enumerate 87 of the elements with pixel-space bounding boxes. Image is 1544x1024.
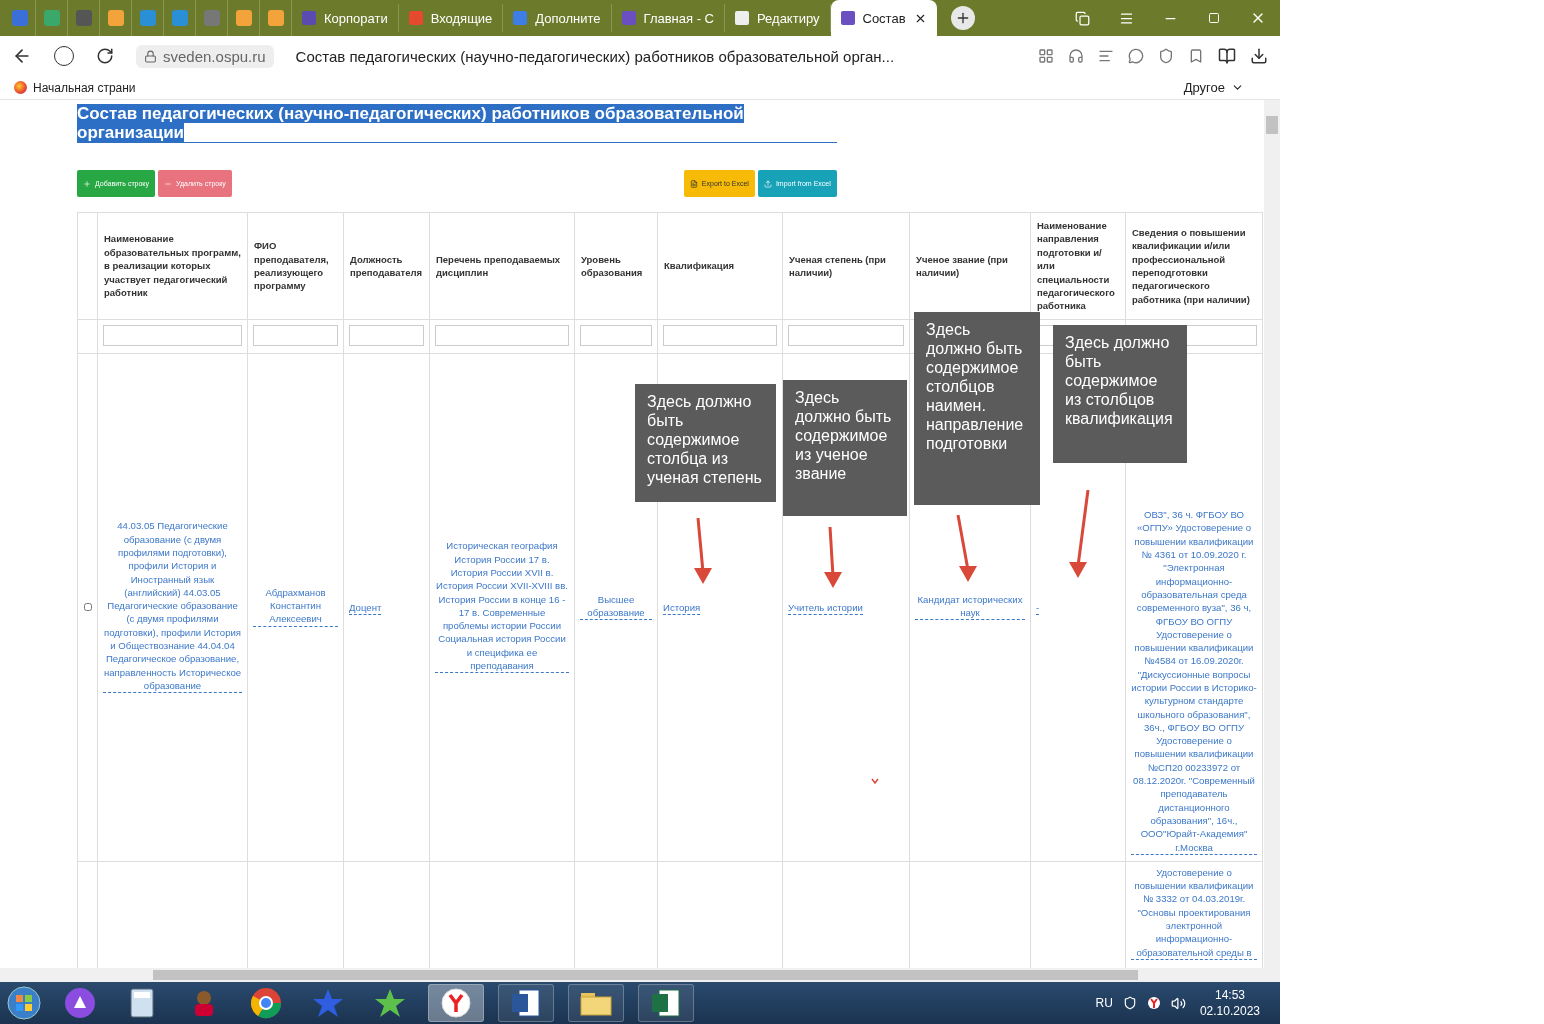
tab-icon[interactable] [235,10,252,26]
tab-icon [840,11,855,25]
bookmark-icon [14,81,27,94]
editable-value[interactable]: Абдрахманов Константин Алексеевич [253,585,338,627]
row-checkbox[interactable] [83,603,92,612]
column-header: Должность преподавателя [350,253,423,278]
tab-icon [302,11,316,25]
editable-value[interactable]: Доцент [349,601,382,616]
callout-tooltip: Здесь должно быть содержимое столбцов наимен. направление подготовки [914,312,1040,505]
filter-field[interactable] [788,324,904,346]
browser-icon[interactable] [1146,996,1161,1010]
editable-value[interactable]: Высшее образование [580,592,652,621]
editable-value[interactable]: - [1036,601,1040,616]
arrow [824,527,842,588]
page-title[interactable]: Состав педагогических (научно-педагогических) работников образовательной орган... [295,47,895,65]
column-header: ФИО преподавателя, реализующего программу [254,240,329,292]
folder-icon[interactable] [580,990,612,1016]
vertical-scrollbar[interactable] [1264,100,1280,968]
browser-tab[interactable]: Входящие [398,4,504,32]
column-header: Квалификация [664,260,735,272]
grid-icon[interactable] [1038,48,1054,64]
plus-icon [83,179,91,188]
column-header: Ученое звание (при наличии) [916,253,1008,278]
column-header: Наименование образовательных программ, в реализации которых участвует педагогический работник [104,233,241,299]
page-heading: Состав педагогических (научно-педагогических) работников образовательной организации [77,104,745,142]
column-header: Уровень образования [581,253,643,278]
editable-value[interactable]: Учитель истории [788,601,863,616]
browser-tab[interactable]: Корпорати [292,4,399,32]
tab-icon[interactable] [107,10,124,26]
tab-icon [735,11,749,25]
editable-value[interactable]: История [663,601,701,616]
clock-time: 14:53 [1214,987,1245,1003]
bookmark-icon[interactable] [1188,48,1204,64]
refresh-icon[interactable] [96,47,114,65]
lock-icon [144,49,157,63]
other-bookmarks-button[interactable]: Другое [1183,80,1244,95]
start-button[interactable] [6,985,42,1021]
document-app-icon[interactable] [511,989,541,1017]
arrow [694,518,712,584]
shield-icon[interactable] [1122,996,1137,1010]
callout-tooltip: Здесь должно быть содержимое из столбцов квалификация [1053,325,1187,463]
column-header: Ученая степень (при наличии) [789,253,886,278]
assistant-icon[interactable] [64,987,96,1019]
download-icon[interactable] [1250,47,1268,65]
chat-icon[interactable] [1128,48,1144,64]
new-tab-button[interactable] [950,6,975,30]
tab-icon [621,11,636,25]
filter-field[interactable] [663,324,777,346]
filter-field[interactable] [103,324,242,346]
reader-icon[interactable] [1098,48,1114,64]
horizontal-scrollbar[interactable] [0,968,1280,982]
clock-date: 02.10.2023 [1199,1003,1260,1019]
book-icon[interactable] [1218,47,1236,65]
browser-tab[interactable]: Главная - С [611,4,725,32]
browser-icon[interactable] [250,987,282,1019]
star-icon[interactable] [312,987,344,1019]
browser-tab[interactable]: Дополните [503,4,612,32]
calculator-icon[interactable] [130,988,154,1018]
tab-icon[interactable] [267,10,284,26]
editable-value[interactable]: Кандидат исторических наук [915,592,1025,621]
bookmark-link[interactable]: Начальная страни [14,80,136,95]
speaker-icon[interactable] [1170,995,1186,1011]
language-indicator[interactable]: RU [1095,996,1113,1010]
browser-tab[interactable]: Состав [830,0,937,36]
arrow [956,515,977,582]
star-icon[interactable] [374,987,406,1019]
filter-field[interactable] [349,324,424,346]
restore-icon[interactable] [1208,12,1220,24]
chevron-icon [871,778,879,784]
callout-tooltip: Здесь должно быть содержимое столбца из ученая степень [635,384,776,502]
domain-pill[interactable]: sveden.ospu.ru [136,44,274,68]
spreadsheet-app-icon[interactable] [651,989,681,1017]
tab-icon [513,11,528,25]
column-header: Перечень преподаваемых дисциплин [436,253,561,278]
headphones-icon[interactable] [1068,48,1084,64]
filter-field[interactable] [580,324,652,346]
tabs-icon[interactable] [1074,10,1090,26]
browser-tab[interactable]: Редактиру [725,4,831,32]
menu-icon[interactable] [1118,10,1134,26]
column-header: Сведения о повышении квалификации и/или профессиональной переподготовки педагогического работника (при наличии) [1132,226,1250,305]
document-icon [689,179,698,188]
tab-icon [408,11,423,25]
filter-field[interactable] [435,324,569,346]
filter-field[interactable] [253,324,338,346]
callout-tooltip: Здесь должно быть содержимое из ученое звание [783,380,907,516]
column-header: Наименование направления подготовки и/или специальности педагогического работника [1037,220,1115,312]
upload-icon [763,179,772,188]
